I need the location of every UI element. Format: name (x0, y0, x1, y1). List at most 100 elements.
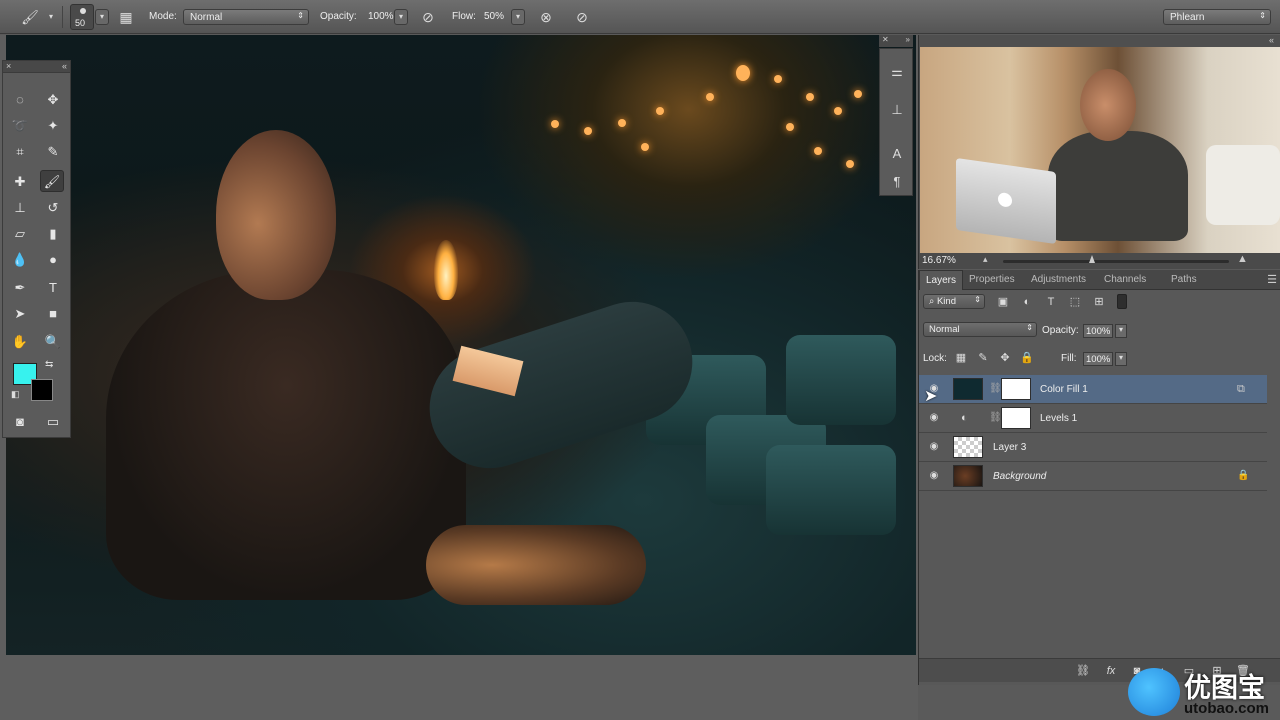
close-icon[interactable]: ✕ (882, 35, 889, 44)
screen-mode-icon[interactable]: ▭ (41, 411, 65, 433)
rectangle-icon[interactable]: ■ (41, 303, 65, 325)
type-icon[interactable]: T (41, 277, 65, 299)
preset-dropdown-arrow[interactable]: ▾ (44, 10, 58, 26)
zoom-level[interactable]: 16.67% (922, 255, 956, 266)
fill-input[interactable]: 100% (1083, 352, 1113, 366)
layer-row-background[interactable]: ◉ Background 🔒 (919, 462, 1267, 491)
zoom-out-icon[interactable]: ▴ (983, 254, 988, 265)
filter-smart-object-icon[interactable]: ⊞ (1091, 294, 1107, 310)
link-layers-icon[interactable]: ⛓ (1075, 663, 1091, 679)
lock-position-icon[interactable]: ✥ (997, 350, 1013, 366)
dock-header[interactable]: ✕ » (879, 35, 913, 47)
layer-row-levels-1[interactable]: ◉ ◐ ⛓ Levels 1 (919, 404, 1267, 433)
tab-channels[interactable]: Channels (1098, 270, 1152, 290)
document-image[interactable] (6, 35, 916, 655)
blend-mode-select[interactable]: Normal ⇕ (923, 322, 1037, 337)
brush-tool-preset-icon[interactable]: 🖌 (20, 8, 40, 26)
lock-all-icon[interactable]: 🔒 (1019, 350, 1035, 366)
lock-image-icon[interactable]: ✎ (975, 350, 991, 366)
layer-thumbnail[interactable] (953, 378, 983, 400)
layer-mask-thumbnail[interactable] (1001, 407, 1031, 429)
tab-adjustments[interactable]: Adjustments (1025, 270, 1092, 290)
brush-size-dropdown[interactable]: ▾ (95, 9, 109, 25)
tab-paths[interactable]: Paths (1165, 270, 1203, 290)
healing-brush-icon[interactable]: ✚ (8, 171, 32, 193)
workspace-select[interactable]: Phlearn ⇕ (1163, 9, 1271, 25)
tab-properties[interactable]: Properties (963, 270, 1021, 290)
gradient-icon[interactable]: ▮ (41, 223, 65, 245)
crop-icon[interactable]: ⌗ (8, 141, 32, 163)
filter-adjustment-icon[interactable]: ◐ (1019, 294, 1035, 310)
layer-mask-thumbnail[interactable] (1001, 378, 1031, 400)
tab-layers[interactable]: Layers (919, 270, 964, 290)
background-color-swatch[interactable] (31, 379, 53, 401)
fill-slider-arrow[interactable]: ▾ (1115, 352, 1127, 366)
zoom-slider-thumb[interactable] (1089, 255, 1095, 263)
dodge-icon[interactable]: ● (41, 249, 65, 271)
history-brush-icon[interactable]: ↺ (41, 197, 65, 219)
filter-type-icon[interactable]: T (1043, 294, 1059, 310)
path-selection-icon[interactable]: ➤ (8, 303, 32, 325)
lock-transparent-icon[interactable]: ▦ (953, 350, 969, 366)
zoom-icon[interactable]: 🔍 (41, 331, 65, 353)
layer-name[interactable]: Levels 1 (1040, 413, 1077, 424)
filter-toggle[interactable] (1117, 294, 1127, 309)
lasso-icon[interactable]: ➰ (8, 115, 32, 137)
visibility-eye-icon[interactable]: ◉ (927, 470, 941, 482)
close-icon[interactable]: × (6, 61, 11, 71)
quick-mask-icon[interactable]: ◙ (8, 411, 32, 433)
link-icon[interactable]: ⛓ (989, 383, 1002, 395)
zoom-slider[interactable] (1003, 260, 1229, 263)
filter-kind-select[interactable]: ⌕ Kind ⇕ (923, 294, 985, 309)
mode-select[interactable]: Normal ⇕ (183, 9, 309, 25)
hand-icon[interactable]: ✋ (8, 331, 32, 353)
link-icon[interactable]: ⛓ (989, 412, 1002, 424)
marquee-icon[interactable]: ◌ (8, 89, 32, 111)
brush-panel-toggle-icon[interactable]: ▦ (116, 8, 136, 26)
smart-filter-icon[interactable]: ⧉ (1237, 383, 1245, 396)
eraser-icon[interactable]: ▱ (8, 223, 32, 245)
filter-pixel-icon[interactable]: ▣ (995, 294, 1011, 310)
panel-tabs: Layers Properties Adjustments Channels P… (919, 270, 1280, 290)
layer-opacity-input[interactable]: 100% (1083, 324, 1113, 338)
fx-button[interactable]: fx (1103, 663, 1119, 679)
tools-panel-header[interactable]: × « (3, 61, 70, 73)
clone-source-icon[interactable]: ⊥ (885, 99, 909, 121)
opacity-dropdown[interactable]: ▾ (394, 9, 408, 25)
panel-menu-icon[interactable]: ☰ (1267, 273, 1277, 286)
blur-icon[interactable]: 💧 (8, 249, 32, 271)
airbrush-icon[interactable]: ⊗ (536, 8, 556, 26)
swap-colors-icon[interactable]: ⇆ (45, 359, 53, 370)
layer-name[interactable]: Layer 3 (993, 442, 1026, 453)
paragraph-icon[interactable]: ¶ (885, 171, 909, 193)
layer-name[interactable]: Background (993, 471, 1046, 482)
layer-row-color-fill-1[interactable]: ◉ ⛓ Color Fill 1 ⧉ (919, 375, 1267, 404)
flow-dropdown[interactable]: ▾ (511, 9, 525, 25)
brush-icon[interactable]: 🖌 (40, 170, 64, 192)
character-icon[interactable]: A (885, 143, 909, 165)
pen-icon[interactable]: ✒ (8, 277, 32, 299)
layer-thumbnail[interactable] (953, 465, 983, 487)
filter-shape-icon[interactable]: ⬚ (1067, 294, 1083, 310)
pressure-opacity-icon[interactable]: ⊘ (418, 8, 438, 26)
layer-name[interactable]: Color Fill 1 (1040, 384, 1088, 395)
layer-thumbnail[interactable] (953, 436, 983, 458)
zoom-in-icon[interactable]: ▲ (1237, 253, 1248, 265)
collapse-icon[interactable]: « (1269, 35, 1274, 45)
layer-row-layer-3[interactable]: ◉ Layer 3 (919, 433, 1267, 462)
collapse-icon[interactable]: « (62, 61, 67, 71)
opacity-input[interactable]: 100% (362, 9, 394, 25)
pressure-size-icon[interactable]: ⊘ (572, 8, 592, 26)
magic-wand-icon[interactable]: ✦ (41, 115, 65, 137)
visibility-eye-icon[interactable]: ◉ (927, 412, 941, 424)
move-icon[interactable]: ✥ (41, 89, 65, 111)
default-colors-icon[interactable]: ◧ (11, 389, 20, 400)
brush-size-picker[interactable]: 50 (70, 4, 94, 30)
brush-presets-icon[interactable]: ⚌ (885, 61, 909, 83)
clone-stamp-icon[interactable]: ⊥ (8, 197, 32, 219)
visibility-eye-icon[interactable]: ◉ (927, 441, 941, 453)
eyedropper-icon[interactable]: ✎ (41, 141, 65, 163)
expand-icon[interactable]: » (906, 35, 910, 44)
flow-input[interactable]: 50% (478, 9, 508, 25)
opacity-slider-arrow[interactable]: ▾ (1115, 324, 1127, 338)
